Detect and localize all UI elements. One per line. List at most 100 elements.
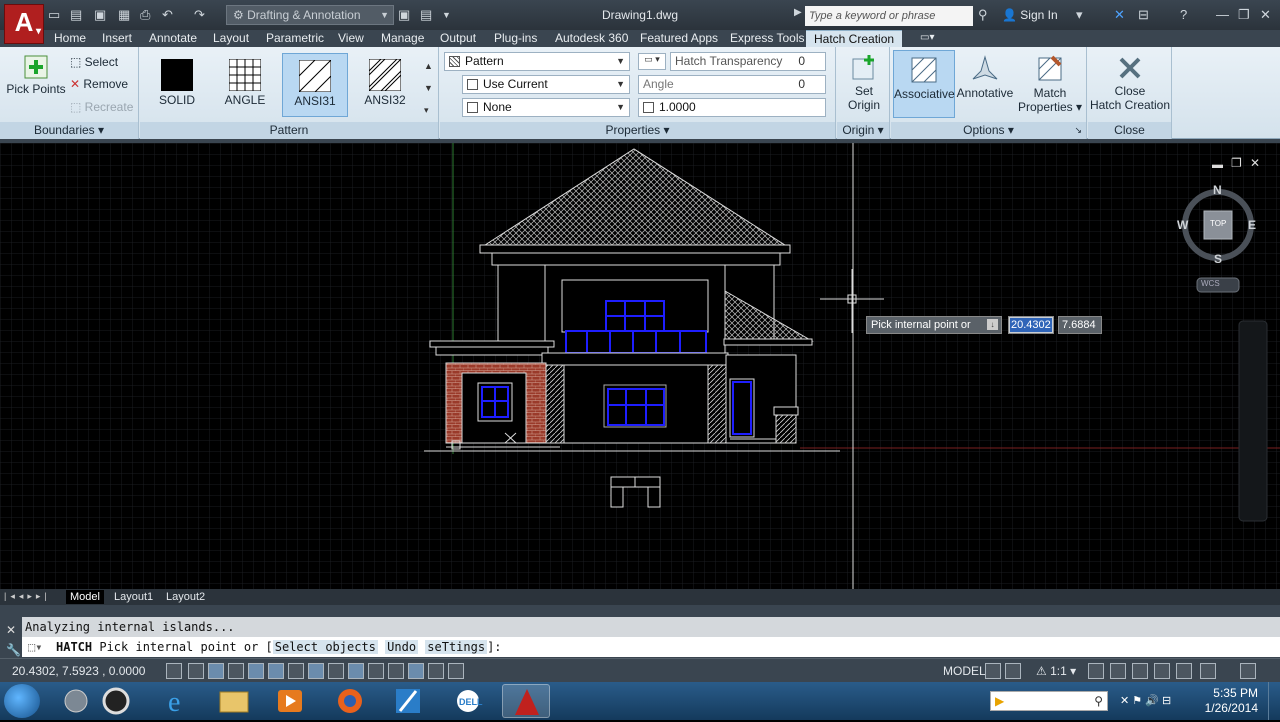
command-option-settings[interactable]: seTtings xyxy=(425,640,488,654)
object-snap-tracking-icon[interactable] xyxy=(308,663,324,679)
transparency-dropdown[interactable]: ▭ ▾ xyxy=(638,53,666,70)
ortho-mode-icon[interactable] xyxy=(228,663,244,679)
viewport-restore-icon[interactable]: ❐ xyxy=(1231,156,1242,170)
tab-home[interactable]: Home xyxy=(46,30,94,47)
pattern-ansi32[interactable]: ANSI32 xyxy=(352,53,418,117)
pattern-solid[interactable]: SOLID xyxy=(144,53,210,117)
coordinate-readout[interactable]: 20.4302, 7.5923 , 0.0000 xyxy=(12,664,145,678)
workspace-dropdown[interactable]: ⚙ Drafting & Annotation ▼ xyxy=(226,5,394,25)
internet-explorer-icon[interactable]: e xyxy=(154,684,202,718)
options-arrow-icon[interactable]: ↓ xyxy=(987,319,998,330)
new-icon[interactable]: ▭ xyxy=(48,6,60,24)
undo-icon[interactable]: ↶ xyxy=(162,6,173,24)
compass-west[interactable]: W xyxy=(1177,218,1188,232)
dropdown-icon[interactable]: ▾ xyxy=(1076,7,1083,23)
layout-nav-arrows[interactable]: |◂◂▸▸| xyxy=(4,591,51,602)
auto-scale-icon[interactable] xyxy=(1110,663,1126,679)
tab-parametric[interactable]: Parametric xyxy=(258,30,332,47)
dell-icon[interactable]: DELL xyxy=(444,684,492,718)
annotation-visibility-icon[interactable] xyxy=(1088,663,1104,679)
open-icon[interactable]: ▤ xyxy=(70,6,82,24)
search-expand-icon[interactable]: ▶ xyxy=(794,7,802,18)
boundaries-panel-title[interactable]: Boundaries ▾ xyxy=(0,122,138,139)
system-clock[interactable]: 5:35 PM 1/26/2014 xyxy=(1205,686,1258,716)
tab-express-tools[interactable]: Express Tools xyxy=(722,30,812,47)
save-icon[interactable]: ▣ xyxy=(94,6,106,24)
3d-osnap-icon[interactable] xyxy=(288,663,304,679)
angle-field[interactable]: Angle 0 xyxy=(638,75,826,94)
file-explorer-icon[interactable] xyxy=(210,684,258,718)
quick-view-layouts-icon[interactable] xyxy=(985,663,1001,679)
dynamic-input-x[interactable]: 20.4302 xyxy=(1008,316,1054,334)
dialog-launcher-icon[interactable]: ↘ xyxy=(1074,122,1082,139)
polar-tracking-icon[interactable] xyxy=(248,663,264,679)
viewcube-top-face[interactable]: TOP xyxy=(1210,219,1226,228)
hardware-acceleration-icon[interactable] xyxy=(1176,663,1192,679)
tab-annotate[interactable]: Annotate xyxy=(141,30,205,47)
tab-hatch-creation[interactable]: Hatch Creation xyxy=(806,30,903,47)
binoculars-icon[interactable]: ⚲ xyxy=(978,7,988,23)
background-color-dropdown[interactable]: None ▼ xyxy=(462,98,630,117)
tab-view[interactable]: View xyxy=(330,30,372,47)
recent-commands-icon[interactable]: ⬚▾ xyxy=(28,637,42,657)
properties-icon[interactable]: ▤ xyxy=(420,6,432,24)
origin-panel-title[interactable]: Origin ▾ xyxy=(837,122,889,139)
redo-icon[interactable]: ↷ xyxy=(194,6,205,24)
tab-layout[interactable]: Layout xyxy=(205,30,257,47)
associative-button[interactable]: Associative xyxy=(893,50,955,118)
compass-east[interactable]: E xyxy=(1248,218,1256,232)
command-option-undo[interactable]: Undo xyxy=(385,640,419,654)
close-hatch-creation-button[interactable]: Close Hatch Creation xyxy=(1088,55,1172,112)
recreate-button[interactable]: ⬚ Recreate xyxy=(70,100,133,114)
connect-icon[interactable]: ⊟ xyxy=(1138,7,1149,23)
search-input[interactable]: Type a keyword or phrase xyxy=(805,6,973,26)
lock-ui-icon[interactable] xyxy=(1154,663,1170,679)
hatch-color-dropdown[interactable]: Use Current ▼ xyxy=(462,75,630,94)
help-icon[interactable]: ? xyxy=(1180,7,1187,22)
snap-mode-icon[interactable] xyxy=(188,663,204,679)
sign-in-link[interactable]: 👤 Sign In xyxy=(1002,8,1058,22)
transparency-icon[interactable] xyxy=(388,663,404,679)
model-space-toggle[interactable]: MODEL xyxy=(943,664,986,678)
quick-properties-icon[interactable] xyxy=(408,663,424,679)
viewport-minimize-icon[interactable]: ▬ xyxy=(1212,159,1223,171)
exchange-icon[interactable]: ✕ xyxy=(1114,7,1125,23)
app-menu-button[interactable]: A xyxy=(4,4,44,49)
compass-south[interactable]: S xyxy=(1214,252,1222,266)
isolate-objects-icon[interactable] xyxy=(1200,663,1216,679)
command-option-select[interactable]: Select objects xyxy=(272,640,378,654)
pattern-scroll[interactable]: ▲ ▼ ▾ xyxy=(424,55,433,121)
command-customize-icon[interactable]: 🔧 xyxy=(6,643,21,657)
dynamic-ucs-icon[interactable] xyxy=(328,663,344,679)
tab-insert[interactable]: Insert xyxy=(94,30,140,47)
minimize-icon[interactable]: — xyxy=(1216,7,1229,22)
annotative-button[interactable]: Annotative xyxy=(955,55,1015,100)
grid-display-icon[interactable] xyxy=(208,663,224,679)
workspace-switching-icon[interactable] xyxy=(1132,663,1148,679)
close-icon[interactable]: ✕ xyxy=(1260,7,1271,23)
qat-more-icon[interactable]: ▼ xyxy=(442,6,451,24)
layer-icon[interactable]: ▣ xyxy=(398,6,410,24)
infer-constraints-icon[interactable] xyxy=(166,663,182,679)
save-as-icon[interactable]: ▦ xyxy=(118,6,130,24)
tab-manage[interactable]: Manage xyxy=(373,30,432,47)
tab-layout1[interactable]: Layout1 xyxy=(110,590,157,604)
select-button[interactable]: ⬚ Select xyxy=(70,55,118,69)
clean-screen-icon[interactable] xyxy=(1240,663,1256,679)
remove-button[interactable]: ✕ Remove xyxy=(70,77,128,91)
command-input[interactable]: ⬚▾ HATCH Pick internal point or [Select … xyxy=(22,637,1280,657)
selection-cycling-icon[interactable] xyxy=(428,663,444,679)
taskbar-search-input[interactable]: ▶ ⚲ xyxy=(990,691,1108,711)
print-icon[interactable]: ⎙ xyxy=(140,6,150,24)
properties-panel-title[interactable]: Properties ▾ xyxy=(440,122,835,139)
hatch-type-dropdown[interactable]: Pattern ▼ xyxy=(444,52,630,71)
options-panel-title[interactable]: Options ▾ ↘ xyxy=(891,122,1086,139)
lineweight-icon[interactable] xyxy=(368,663,384,679)
pick-points-button[interactable]: Pick Points xyxy=(6,55,66,96)
annotation-monitor-icon[interactable] xyxy=(448,663,464,679)
quick-view-drawings-icon[interactable] xyxy=(1005,663,1021,679)
firefox-icon[interactable] xyxy=(326,684,374,718)
object-snap-icon[interactable] xyxy=(268,663,284,679)
taskbar-app-icon[interactable] xyxy=(52,684,100,718)
autocad-task-icon[interactable] xyxy=(502,684,550,718)
